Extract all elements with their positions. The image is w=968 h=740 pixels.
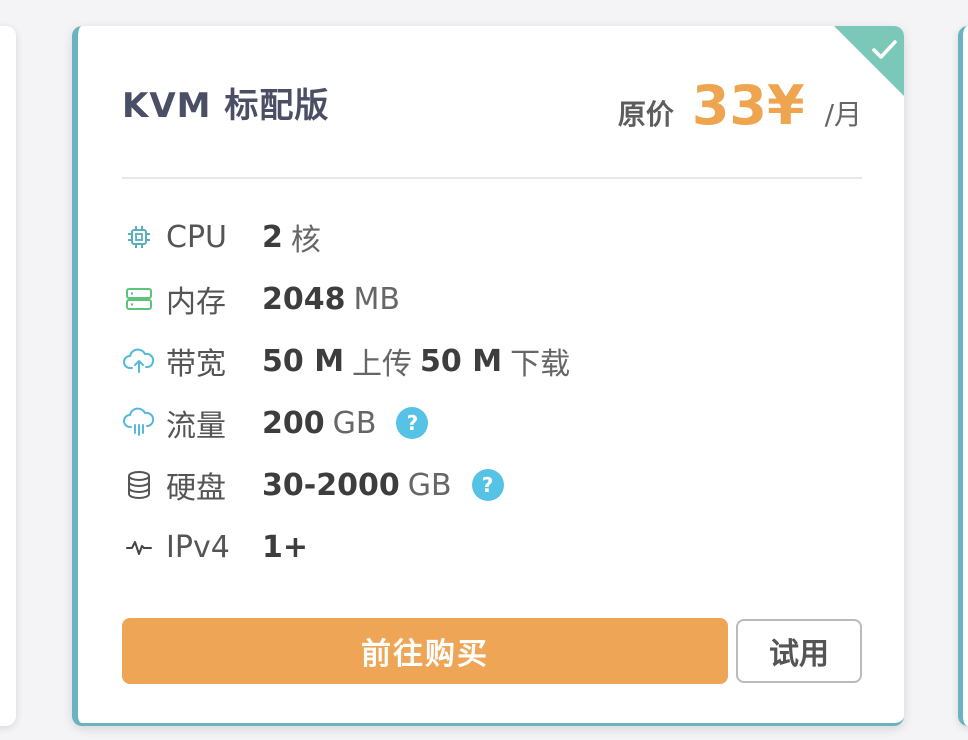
spec-label: CPU	[166, 219, 227, 255]
check-icon	[872, 40, 897, 59]
spec-number: 1+	[262, 529, 309, 565]
help-icon[interactable]: ?	[471, 469, 504, 501]
buy-button[interactable]: 前往购买	[122, 618, 728, 684]
divider	[122, 177, 862, 179]
spec-number: 2	[262, 219, 283, 255]
help-icon[interactable]: ?	[396, 407, 429, 439]
price-value: 33¥	[691, 74, 805, 137]
price-unit: /月	[824, 98, 862, 131]
spec-label: 带宽	[166, 347, 226, 382]
next-plan-card[interactable]	[958, 26, 968, 726]
cloud-upload-icon	[122, 344, 156, 378]
spec-value: 200 GB ?	[262, 405, 429, 441]
spec-number: 30-2000	[262, 467, 400, 503]
spec-row-traffic: 流量 200 GB ?	[122, 392, 822, 454]
spec-unit: GB	[407, 467, 452, 503]
spec-number: 200	[262, 405, 325, 441]
spec-row-cpu: CPU 2 核	[122, 206, 822, 268]
pulse-icon	[122, 530, 156, 564]
spec-label: 流量	[166, 409, 226, 444]
spec-unit: MB	[353, 281, 400, 317]
trial-button[interactable]: 试用	[736, 619, 862, 683]
cpu-icon	[122, 220, 156, 254]
spec-unit: GB	[332, 405, 377, 441]
spec-value: 50 M 上传 50 M 下载	[262, 339, 578, 383]
spec-number: 2048	[262, 281, 346, 317]
spec-row-ipv4: IPv4 1+	[122, 516, 822, 578]
spec-unit: 核	[290, 223, 321, 258]
spec-value: 2 核	[262, 215, 329, 259]
spec-list: CPU 2 核 内存 2048 MB 带宽 50 M 上传 50 M 下载 流量…	[122, 206, 822, 578]
spec-number: 50 M	[420, 343, 503, 379]
plan-title: KVM 标配版	[122, 86, 330, 126]
spec-label: IPv4	[166, 529, 230, 565]
cloud-rain-icon	[122, 406, 156, 440]
spec-label: 硬盘	[166, 471, 226, 506]
spec-value: 1+	[262, 530, 308, 565]
price-label: 原价	[617, 98, 674, 131]
spec-row-memory: 内存 2048 MB	[122, 268, 822, 330]
spec-row-disk: 硬盘 30-2000 GB ?	[122, 454, 822, 516]
previous-plan-card[interactable]	[0, 26, 16, 726]
plan-card: KVM 标配版 原价 33¥ /月 CPU 2 核 内存 2048 MB 带宽 …	[72, 26, 904, 726]
spec-row-bandwidth: 带宽 50 M 上传 50 M 下载	[122, 330, 822, 392]
memory-icon	[122, 282, 156, 316]
database-icon	[122, 468, 156, 502]
spec-value: 30-2000 GB ?	[262, 468, 504, 503]
spec-unit: 下载	[510, 347, 571, 382]
spec-value: 2048 MB	[262, 282, 408, 317]
spec-label: 内存	[166, 285, 226, 320]
spec-number: 50 M	[262, 343, 345, 379]
spec-unit: 上传	[352, 347, 413, 382]
price-block: 原价 33¥ /月	[618, 74, 862, 137]
pricing-stage: KVM 标配版 原价 33¥ /月 CPU 2 核 内存 2048 MB 带宽 …	[0, 0, 968, 740]
